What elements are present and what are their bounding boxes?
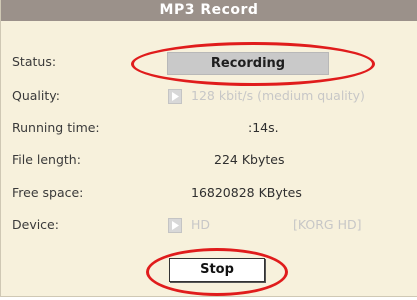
running-time-value: :14s. — [248, 120, 279, 135]
running-time-label: Running time: — [12, 120, 100, 135]
status-value: Recording — [167, 52, 329, 75]
mp3-record-dialog: MP3 Record Status: Recording Quality: 12… — [0, 0, 417, 297]
status-label: Status: — [12, 54, 57, 69]
file-length-row: File length: 224 Kbytes — [1, 150, 417, 172]
quality-value: 128 kbit/s (medium quality) — [191, 88, 365, 103]
stop-button[interactable]: Stop — [169, 258, 265, 282]
free-space-row: Free space: 16820828 KBytes — [1, 183, 417, 205]
device-volume: [KORG HD] — [293, 217, 362, 232]
device-row: Device: HD [KORG HD] — [1, 215, 417, 237]
play-triangle-icon — [172, 221, 179, 230]
device-value: HD — [191, 217, 211, 232]
device-label: Device: — [12, 217, 59, 232]
quality-row: Quality: 128 kbit/s (medium quality) — [1, 86, 417, 108]
file-length-label: File length: — [12, 152, 81, 167]
quality-selector-button[interactable] — [168, 89, 182, 104]
file-length-value: 224 Kbytes — [214, 152, 285, 167]
quality-label: Quality: — [12, 88, 60, 103]
running-time-row: Running time: :14s. — [1, 118, 417, 140]
free-space-value: 16820828 KBytes — [191, 185, 302, 200]
device-selector-button[interactable] — [168, 218, 182, 233]
free-space-label: Free space: — [12, 185, 84, 200]
play-triangle-icon — [172, 92, 179, 101]
dialog-title: MP3 Record — [1, 0, 417, 21]
